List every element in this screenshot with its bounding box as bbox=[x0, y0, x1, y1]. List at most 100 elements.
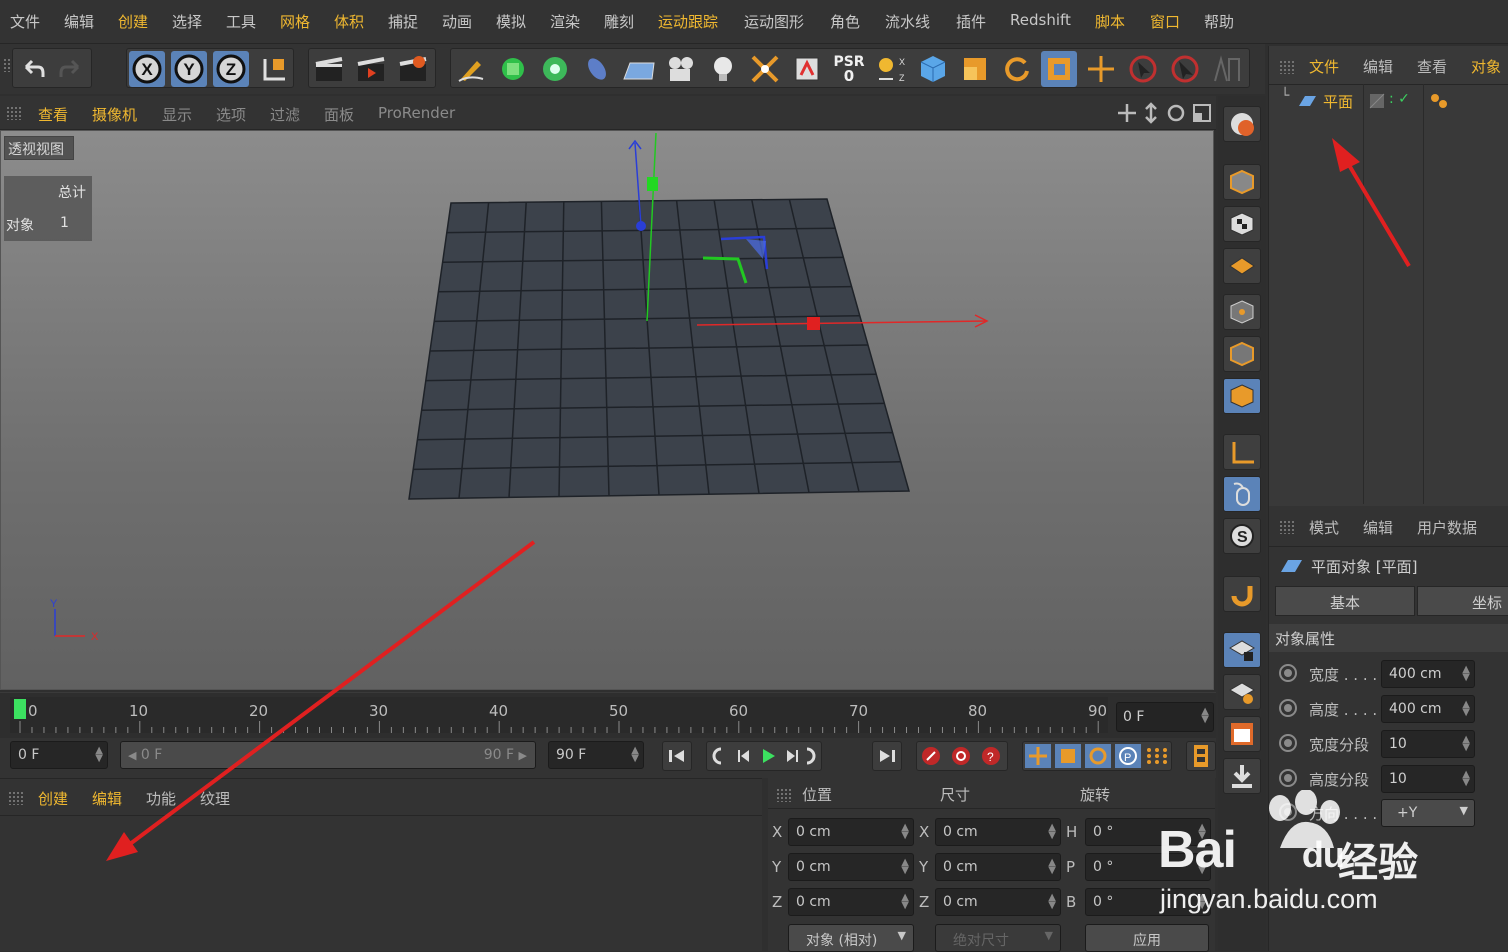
menu-script[interactable]: 脚本 bbox=[1095, 11, 1125, 32]
current-frame-field[interactable]: 0 F ▲ ▼ bbox=[1116, 702, 1214, 732]
start-frame-field[interactable]: 0 F ▲ ▼ bbox=[10, 741, 108, 769]
orbit-icon[interactable] bbox=[1167, 104, 1185, 122]
next-key-icon[interactable] bbox=[806, 747, 816, 765]
rotate-mode-button[interactable] bbox=[999, 51, 1035, 87]
om-menu-edit[interactable]: 编辑 bbox=[1363, 56, 1393, 77]
vp-menu-prorender[interactable]: ProRender bbox=[378, 104, 455, 122]
menu-volume[interactable]: 体积 bbox=[334, 11, 364, 32]
am-menu-mode[interactable]: 模式 bbox=[1309, 517, 1339, 538]
object-row-plane[interactable]: └ 平面 : ✓ bbox=[1269, 88, 1508, 116]
size-mode-select[interactable]: 绝对尺寸 ▼ bbox=[935, 924, 1061, 952]
frame-range-slider[interactable]: ◀ 0 F 90 F ▶ bbox=[120, 741, 536, 769]
key-position-icon[interactable] bbox=[1025, 744, 1051, 768]
width-segments-field[interactable]: 10 ▲ ▼ bbox=[1381, 730, 1475, 758]
model-mode-button[interactable] bbox=[1223, 164, 1261, 200]
coord-grip[interactable] bbox=[776, 788, 792, 802]
height-segments-field[interactable]: 10 ▲ ▼ bbox=[1381, 765, 1475, 793]
am-grip[interactable] bbox=[1279, 520, 1295, 534]
scene-button[interactable] bbox=[789, 51, 825, 87]
height-field[interactable]: 400 cm ▲ ▼ bbox=[1381, 695, 1475, 723]
timeline-layout-button[interactable] bbox=[1186, 741, 1216, 771]
pan-icon[interactable] bbox=[1118, 104, 1136, 122]
next-frame-icon[interactable] bbox=[787, 750, 798, 762]
workplane-mode-button[interactable] bbox=[1223, 248, 1261, 284]
frame-spinner-icon[interactable]: ▲ ▼ bbox=[1201, 707, 1209, 725]
menu-animate[interactable]: 动画 bbox=[442, 11, 472, 32]
am-menu-user-data[interactable]: 用户数据 bbox=[1417, 517, 1477, 538]
om-menu-view[interactable]: 查看 bbox=[1417, 56, 1447, 77]
y-axis-lock-button[interactable]: Y bbox=[171, 51, 207, 87]
menu-tools[interactable]: 工具 bbox=[226, 11, 256, 32]
redo-button[interactable] bbox=[53, 51, 89, 87]
apply-button[interactable]: 应用 bbox=[1085, 924, 1209, 952]
width-field[interactable]: 400 cm ▲ ▼ bbox=[1381, 660, 1475, 688]
coordinate-system-button[interactable] bbox=[255, 51, 291, 87]
end-frame-field[interactable]: 90 F ▲ ▼ bbox=[548, 741, 644, 769]
vp-menu-options[interactable]: 选项 bbox=[216, 104, 246, 125]
height-segments-animate-radio[interactable] bbox=[1279, 769, 1297, 787]
planar-workplane-button[interactable] bbox=[1223, 674, 1261, 710]
menu-file[interactable]: 文件 bbox=[10, 11, 40, 32]
texture-mode-button[interactable] bbox=[1223, 206, 1261, 242]
menu-window[interactable]: 窗口 bbox=[1150, 11, 1180, 32]
floor-button[interactable] bbox=[621, 51, 657, 87]
points-mode-button[interactable] bbox=[1223, 294, 1261, 330]
tag-icon[interactable] bbox=[1429, 92, 1451, 110]
snap-button[interactable] bbox=[1223, 576, 1261, 612]
menu-snap[interactable]: 捕捉 bbox=[388, 11, 418, 32]
menu-mograph[interactable]: 运动图形 bbox=[744, 11, 804, 32]
size-y-field[interactable]: 0 cm ▲ ▼ bbox=[935, 853, 1061, 881]
mat-menu-create[interactable]: 创建 bbox=[38, 788, 68, 809]
rectangle-select-button[interactable] bbox=[1167, 51, 1203, 87]
menu-select[interactable]: 选择 bbox=[172, 11, 202, 32]
auto-key-icon[interactable] bbox=[952, 747, 970, 765]
go-to-end-button[interactable] bbox=[872, 741, 902, 771]
height-animate-radio[interactable] bbox=[1279, 699, 1297, 717]
position-x-field[interactable]: 0 cm ▲ ▼ bbox=[788, 818, 914, 846]
perspective-viewport[interactable]: Y X bbox=[0, 130, 1214, 690]
am-menu-edit[interactable]: 编辑 bbox=[1363, 517, 1393, 538]
viewport-grip[interactable] bbox=[6, 106, 22, 120]
make-editable-button[interactable] bbox=[1223, 106, 1261, 142]
menu-render[interactable]: 渲染 bbox=[550, 11, 580, 32]
om-menu-file[interactable]: 文件 bbox=[1309, 56, 1339, 77]
axis-mode-button[interactable] bbox=[1223, 434, 1261, 470]
position-y-field[interactable]: 0 cm ▲ ▼ bbox=[788, 853, 914, 881]
vp-menu-view[interactable]: 查看 bbox=[38, 104, 68, 125]
tab-coordinates[interactable]: 坐标 bbox=[1417, 586, 1508, 616]
edges-mode-button[interactable] bbox=[1223, 336, 1261, 372]
object-name-label[interactable]: 平面 bbox=[1323, 91, 1353, 112]
menu-sculpt[interactable]: 雕刻 bbox=[604, 11, 634, 32]
menu-edit[interactable]: 编辑 bbox=[64, 11, 94, 32]
vp-menu-filter[interactable]: 过滤 bbox=[270, 104, 300, 125]
size-z-field[interactable]: 0 cm ▲ ▼ bbox=[935, 888, 1061, 916]
polygons-mode-button[interactable] bbox=[1223, 378, 1261, 414]
playhead[interactable] bbox=[14, 699, 26, 719]
play-icon[interactable] bbox=[763, 749, 775, 763]
tab-basic[interactable]: 基本 bbox=[1275, 586, 1415, 616]
menu-simulate[interactable]: 模拟 bbox=[496, 11, 526, 32]
om-menu-object[interactable]: 对象 bbox=[1471, 56, 1501, 77]
deformer-button[interactable] bbox=[579, 51, 615, 87]
psr-button[interactable]: PSR 0 bbox=[831, 51, 867, 87]
render-settings-button[interactable] bbox=[395, 51, 431, 87]
dolly-icon[interactable] bbox=[1145, 102, 1157, 124]
size-x-field[interactable]: 0 cm ▲ ▼ bbox=[935, 818, 1061, 846]
cube-generator-button[interactable] bbox=[495, 51, 531, 87]
menu-plugins[interactable]: 插件 bbox=[956, 11, 986, 32]
viewport-layout-button[interactable] bbox=[1223, 716, 1261, 752]
keyframe-selection-icon[interactable]: ? bbox=[982, 747, 1000, 765]
key-parameter-icon[interactable]: P bbox=[1115, 744, 1141, 768]
previous-frame-icon[interactable] bbox=[738, 750, 749, 762]
menu-create[interactable]: 创建 bbox=[118, 11, 148, 32]
axis-button[interactable]: XZ bbox=[873, 51, 909, 87]
menu-pipeline[interactable]: 流水线 bbox=[885, 11, 930, 32]
previous-key-icon[interactable] bbox=[712, 747, 722, 765]
effector-button[interactable] bbox=[747, 51, 783, 87]
import-button[interactable] bbox=[1223, 758, 1261, 794]
section-object-properties[interactable]: 对象属性 bbox=[1269, 624, 1508, 652]
move-tool-button[interactable] bbox=[1083, 51, 1119, 87]
layer-icon[interactable] bbox=[1369, 93, 1385, 109]
coordinate-mode-select[interactable]: 对象 (相对) ▼ bbox=[788, 924, 914, 952]
render-view-button[interactable] bbox=[311, 51, 347, 87]
